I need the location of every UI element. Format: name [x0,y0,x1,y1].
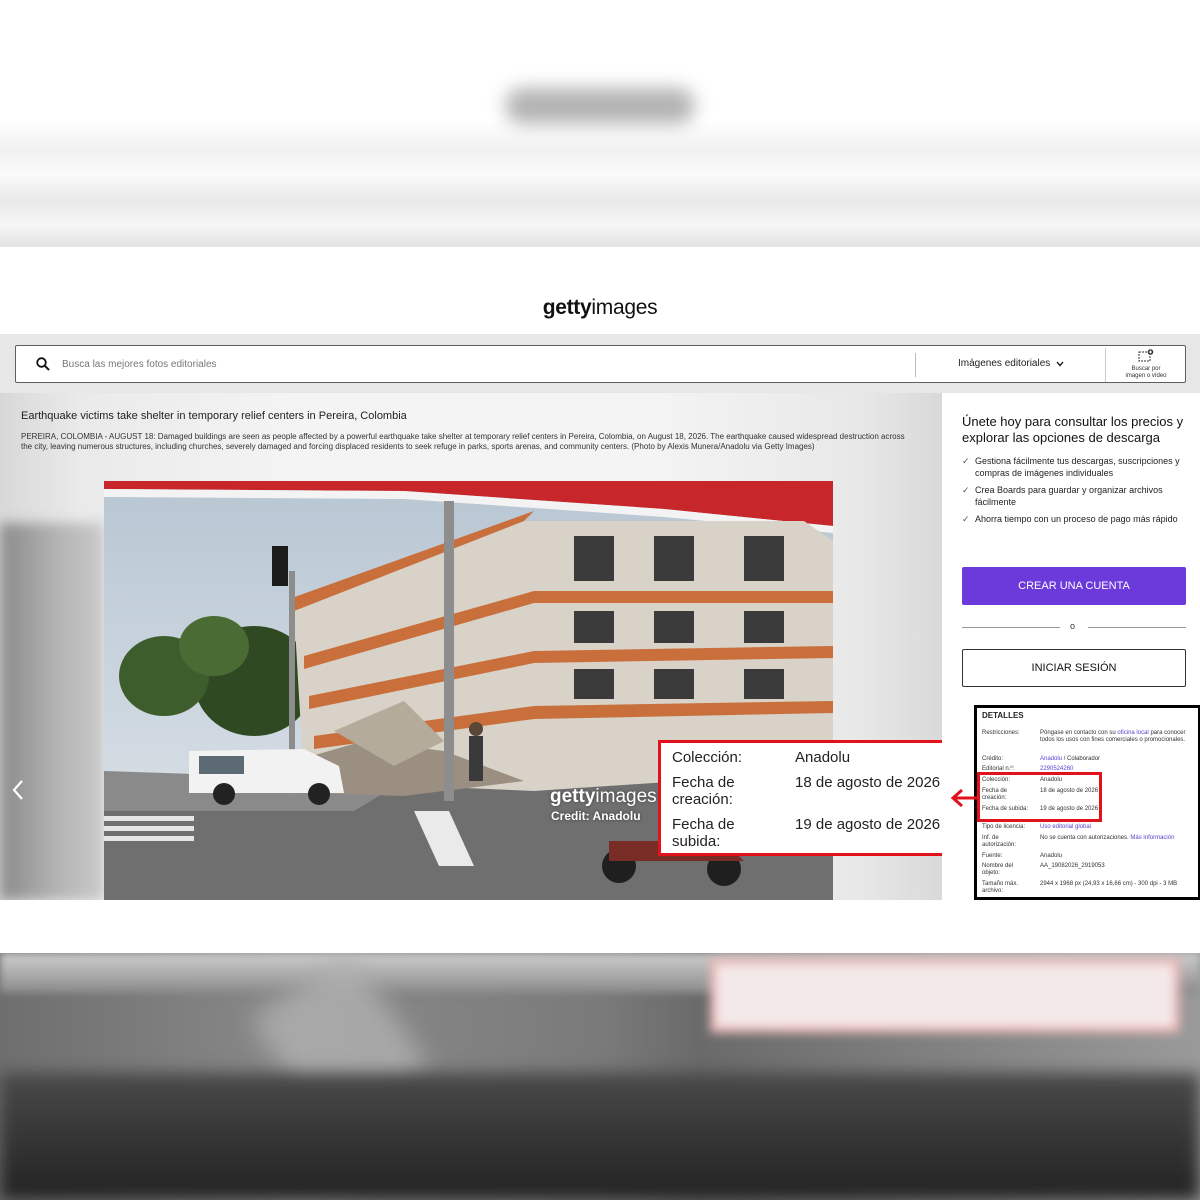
divider-line-right [1088,627,1186,628]
previous-image-chevron-icon[interactable] [8,778,28,802]
credit-link[interactable]: Anadolu [1040,756,1062,762]
blurred-logo [505,88,695,124]
or-label: o [1070,621,1076,631]
restrictions-value: Póngase en contacto con su oficina local… [1040,730,1197,744]
details-highlight-frame [977,772,1102,822]
camera-search-icon [1138,349,1154,362]
check-icon: ✓ [962,485,970,495]
benefit-item: ✓ Ahorra tiempo con un proceso de pago má… [962,513,1187,525]
license-value[interactable]: Uso editorial global [1040,824,1197,831]
blurred-footer-region [0,953,1200,1200]
authorization-text: No se cuenta con autorizaciones. [1040,835,1129,841]
credit-label: Crédito: [982,756,1004,762]
hl-created-value: 18 de agosto de 2026 [795,774,941,791]
create-account-button[interactable]: CREAR UNA CUENTA [962,567,1186,605]
visual-search-button[interactable]: Buscar por imagen o vídeo [1124,349,1168,380]
object-name-value: AA_19082026_2919053 [1040,863,1105,869]
hl-collection-label: Colección: [672,749,743,766]
arrow-left-icon [950,788,978,808]
restrictions-label: Restricciones: [982,730,1020,736]
chevron-down-icon [1056,361,1064,367]
credit-value: Anadolu / Colaborador [1040,756,1197,763]
visual-search-label-1: Buscar por [1131,366,1161,372]
hl-uploaded-value: 19 de agosto de 2026 [795,816,941,833]
search-bar: Imágenes editoriales Buscar por imagen o… [15,345,1186,383]
details-title: DETALLES [982,711,1024,720]
check-icon: ✓ [962,456,970,466]
visual-search-label-2: imagen o vídeo [1125,373,1167,379]
highlighted-metadata-box: Colección: Anadolu Fecha de creación: 18… [658,740,949,856]
login-button[interactable]: INICIAR SESIÓN [962,649,1186,687]
authorization-value: No se cuenta con autorizaciones. Más inf… [1040,835,1197,842]
search-icon[interactable] [36,357,50,371]
image-type-dropdown[interactable]: Imágenes editoriales [958,358,1064,369]
blurred-header-region [0,0,1200,247]
photo-credit: Credit: Anadolu [551,809,641,823]
max-size-label: Tamaño máx. archivo: [982,881,1019,894]
benefit-item: ✓ Gestiona fácilmente tus descargas, susc… [962,455,1187,479]
credit-rest: / Colaborador [1063,756,1101,762]
or-divider: o [962,621,1186,631]
photo-title: Earthquake victims take shelter in tempo… [21,410,407,422]
benefit-text: Crea Boards para guardar y organizar arc… [975,485,1163,507]
check-icon: ✓ [962,514,970,524]
restrictions-text-1: Póngase en contacto con su [1040,730,1116,736]
max-size-value: 2944 x 1968 px (24,93 x 16,66 cm) - 300 … [1040,881,1178,887]
hl-collection-value: Anadolu [795,749,851,766]
search-divider [915,353,916,377]
authorization-label: Inf. de autorización: [982,835,1017,848]
panel-title: Únete hoy para consultar los precios y e… [962,414,1184,445]
hl-uploaded-label: Fecha de subida: [672,816,735,850]
gettyimages-logo[interactable]: gettyimages [0,296,1200,320]
source-label: Fuente: [982,853,1003,859]
photo-caption: PEREIRA, COLOMBIA - AUGUST 18: Damaged b… [21,432,905,451]
getty-watermark: gettyimages [550,786,657,808]
logo-light-part: images [591,296,658,319]
watermark-light: images [595,786,657,807]
blurred-box [710,958,1180,1033]
more-info-link[interactable]: Más información [1130,835,1174,841]
divider-line-left [962,627,1060,628]
local-office-link[interactable]: oficina local [1117,730,1148,736]
license-label: Tipo de licencia: [982,824,1026,830]
blurred-dark-band [0,1073,1200,1200]
logo-bold-part: getty [542,296,592,319]
benefit-item: ✓ Crea Boards para guardar y organizar ar… [962,484,1187,508]
benefit-text: Gestiona fácilmente tus descargas, suscr… [975,456,1180,478]
search-input[interactable] [62,354,902,374]
benefit-text: Ahorra tiempo con un proceso de pago más… [975,514,1178,524]
watermark-bold: getty [550,786,596,807]
visual-search-divider [1105,348,1106,382]
image-type-label: Imágenes editoriales [958,358,1051,369]
benefits-list: ✓ Gestiona fácilmente tus descargas, susc… [962,455,1187,530]
hl-created-label: Fecha de creación: [672,774,735,808]
source-value: Anadolu [1040,853,1063,859]
object-name-label: Nombre del objeto: [982,863,1014,876]
